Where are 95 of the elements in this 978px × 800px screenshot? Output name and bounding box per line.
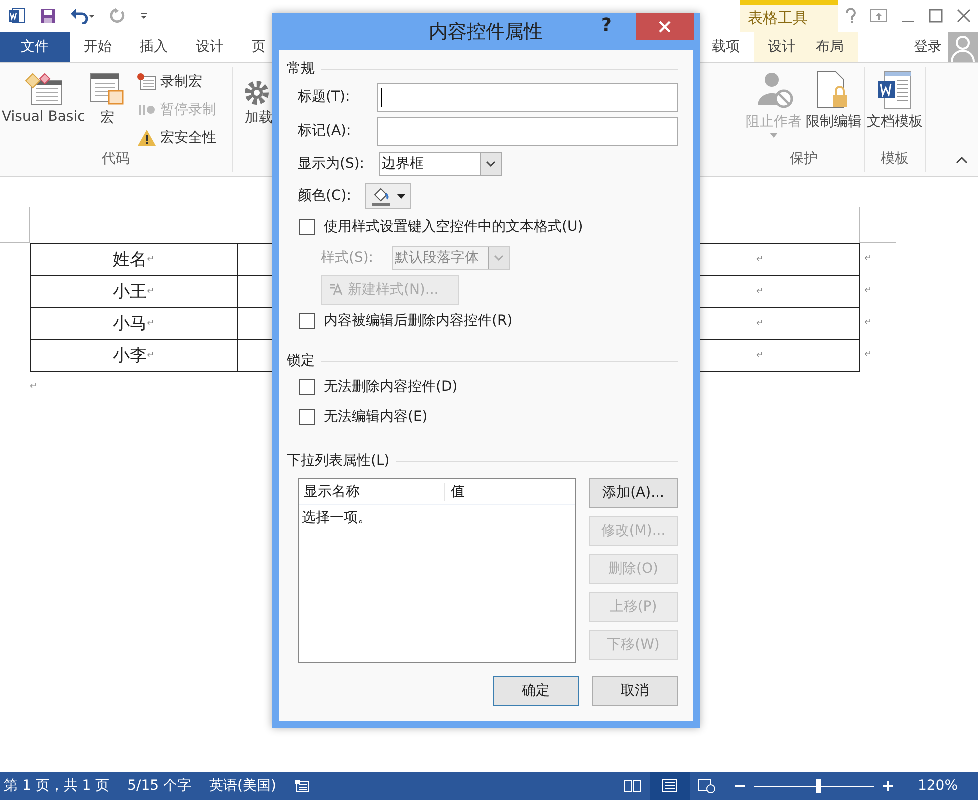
- ribbon-button[interactable]: Visual Basic: [2, 67, 86, 150]
- table-cell-text: 姓名: [113, 249, 148, 271]
- ribbon-tab[interactable]: 设计: [758, 32, 806, 62]
- paragraph-mark: ↵: [147, 286, 155, 296]
- group-label: 保护: [789, 150, 819, 169]
- save-icon[interactable]: [40, 8, 56, 24]
- zoom-level[interactable]: 120%: [918, 778, 958, 794]
- checkbox[interactable]: 内容被编辑后删除内容控件(R): [287, 306, 678, 336]
- section-heading: 锁定: [287, 352, 315, 370]
- section-heading: 下拉列表属性(L): [287, 452, 390, 470]
- ribbon-button[interactable]: 文档模板: [867, 67, 923, 150]
- macro-record-icon[interactable]: [294, 779, 310, 793]
- print-layout-button[interactable]: [650, 772, 690, 800]
- close-icon: [659, 20, 671, 32]
- ribbon-tab[interactable]: 布局: [806, 32, 854, 62]
- record-sheet-icon: [137, 73, 158, 91]
- tag-field[interactable]: [377, 116, 678, 146]
- close-icon[interactable]: [956, 9, 972, 23]
- paragraph-mark: ↵: [147, 254, 155, 264]
- checkbox[interactable]: 无法编辑内容(E): [287, 402, 678, 432]
- sign-in-link[interactable]: 登录: [914, 32, 942, 62]
- read-mode-icon[interactable]: [624, 779, 642, 793]
- ribbon-tab[interactable]: 插入: [126, 32, 182, 62]
- field-label: 标题(T):: [298, 88, 352, 106]
- paragraph-mark: ↵: [147, 318, 155, 328]
- checkbox[interactable]: 无法删除内容控件(D): [287, 372, 678, 402]
- help-icon[interactable]: [844, 8, 858, 24]
- paragraph-mark: ↵: [864, 350, 872, 360]
- ribbon-button[interactable]: 录制宏: [137, 70, 216, 94]
- paragraph-mark: ↵: [147, 350, 155, 360]
- field-label: 样式(S):: [321, 249, 375, 267]
- ok-button[interactable]: 确定: [493, 676, 579, 706]
- close-button[interactable]: [636, 13, 694, 40]
- paragraph-mark: ↵: [30, 382, 38, 392]
- group-label: 模板: [880, 150, 910, 169]
- contextual-group-title: 表格工具: [740, 0, 838, 32]
- ribbon-tab[interactable]: 载项: [698, 32, 754, 62]
- checkbox[interactable]: 使用样式设置键入空控件中的文本格式(U): [287, 212, 678, 242]
- field-label: 颜色(C):: [298, 187, 352, 205]
- ribbon-tab[interactable]: 设计: [182, 32, 238, 62]
- ribbon-display-icon[interactable]: [870, 9, 888, 23]
- collapse-ribbon-icon[interactable]: [956, 156, 968, 164]
- language-status[interactable]: 英语(美国): [210, 777, 276, 795]
- macro-sheet-icon: [89, 71, 126, 107]
- ribbon-tab[interactable]: 开始: [70, 32, 126, 62]
- word-document-icon: [877, 71, 913, 111]
- show-as-dropdown[interactable]: 边界框: [379, 152, 502, 176]
- paragraph-mark: ↵: [756, 318, 764, 328]
- zoom-slider[interactable]: [816, 778, 821, 792]
- table-cell-text: 小马: [113, 313, 148, 335]
- maximize-icon[interactable]: [928, 9, 944, 23]
- word-count[interactable]: 5/15 个字: [128, 777, 192, 795]
- help-button[interactable]: ?: [602, 15, 612, 36]
- ribbon-button[interactable]: 宏: [89, 67, 126, 150]
- print-layout-icon: [662, 779, 678, 793]
- paragraph-mark: ↵: [864, 254, 872, 264]
- list-action-button[interactable]: 添加(A)...: [589, 478, 678, 508]
- list-box[interactable]: 显示名称 值 选择一项。: [298, 478, 576, 663]
- page-count[interactable]: 第 1 页，共 1 页: [4, 777, 110, 795]
- paragraph-mark: ↵: [756, 286, 764, 296]
- paragraph-mark: ↵: [756, 254, 764, 264]
- chevron-down-icon: [494, 255, 504, 261]
- undo-icon[interactable]: [70, 8, 96, 24]
- table-cell-text: 小李: [113, 345, 148, 367]
- ribbon-tab[interactable]: 文件: [0, 32, 70, 62]
- column-header[interactable]: 显示名称: [299, 482, 445, 500]
- ribbon-button[interactable]: 加载: [239, 67, 279, 127]
- paragraph-mark: ↵: [864, 318, 872, 328]
- group-label: 代码: [101, 150, 131, 169]
- section-heading: 常规: [287, 60, 315, 78]
- field-label: 标记(A):: [298, 122, 352, 140]
- customize-caret-icon[interactable]: [140, 12, 148, 20]
- caret-icon: [396, 194, 406, 198]
- caret-icon: [770, 133, 778, 138]
- color-button[interactable]: [365, 183, 411, 209]
- field-label: 显示为(S):: [298, 155, 366, 173]
- paragraph-mark: ↵: [864, 286, 872, 296]
- paragraph-mark: ↵: [756, 350, 764, 360]
- paint-bucket-icon: [370, 186, 390, 206]
- word-logo-icon[interactable]: [8, 7, 26, 25]
- code-window-icon: [24, 71, 64, 107]
- table-cell-text: 小王: [113, 281, 148, 303]
- warning-icon: [137, 129, 158, 147]
- web-layout-icon[interactable]: [698, 779, 716, 793]
- zoom-in-icon[interactable]: [882, 780, 894, 792]
- title-field[interactable]: [377, 82, 678, 112]
- ribbon-button[interactable]: 宏安全性: [137, 126, 216, 150]
- pause-icon: [137, 103, 158, 117]
- ribbon-button[interactable]: 限制编辑: [806, 67, 862, 150]
- dialog-title: 内容控件属性: [429, 20, 543, 44]
- column-header[interactable]: 值: [445, 482, 465, 500]
- chevron-down-icon: [486, 161, 496, 167]
- style-icon: [328, 283, 344, 297]
- cancel-button[interactable]: 取消: [592, 676, 678, 706]
- list-item[interactable]: 选择一项。: [299, 505, 575, 531]
